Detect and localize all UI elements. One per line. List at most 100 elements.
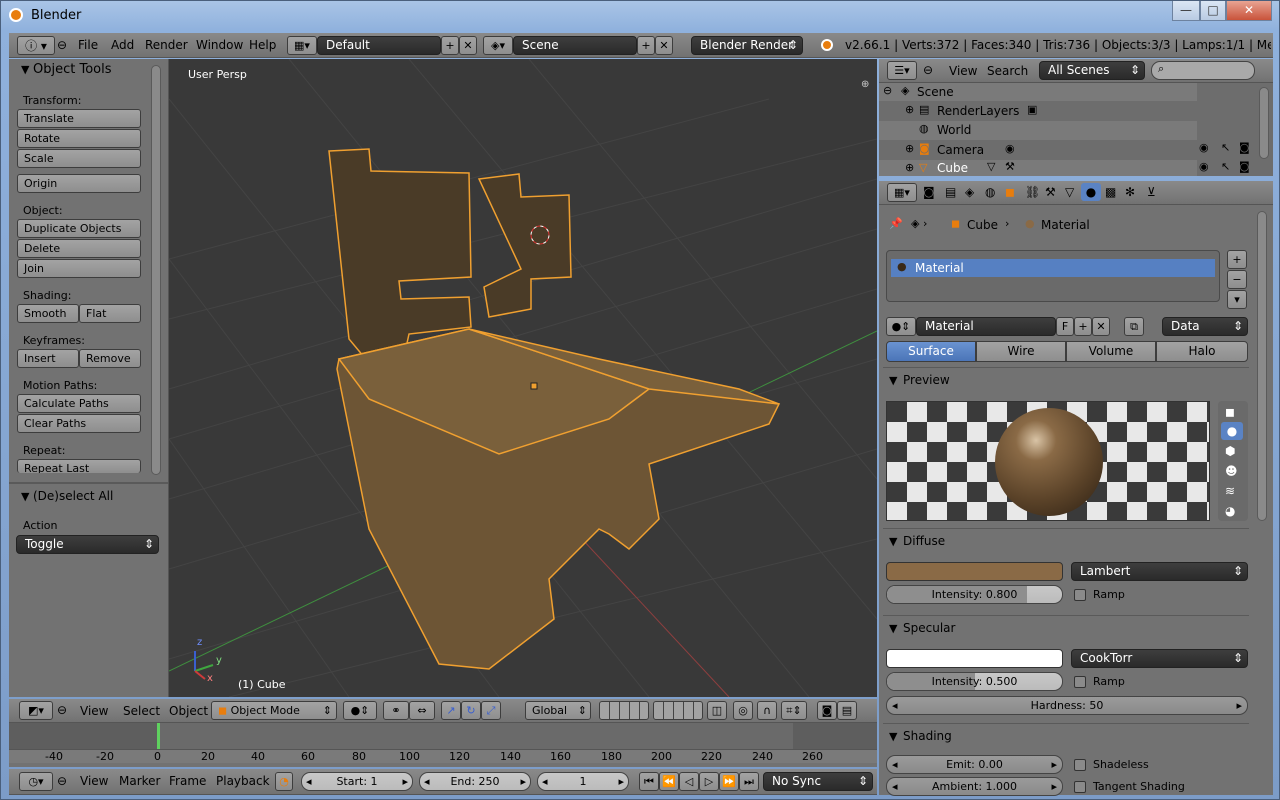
layers-grid-left[interactable] <box>599 701 649 720</box>
menu-render[interactable]: Render <box>145 38 188 52</box>
outliner-row-renderlayers[interactable]: ⊕ ▤ RenderLayers ▣ <box>879 102 1197 121</box>
clear-paths-button[interactable]: Clear Paths <box>17 414 141 433</box>
timeline-editor[interactable]: -40 -20 0 20 40 60 80 100 120 140 160 18… <box>9 723 877 767</box>
new-material-button[interactable]: + <box>1074 317 1092 336</box>
pin-icon[interactable]: 📌 <box>889 217 903 230</box>
collapse-menu-icon[interactable]: ⊖ <box>57 772 67 790</box>
copy-material-button[interactable]: ⧉ <box>1124 317 1144 336</box>
close-button[interactable]: ✕ <box>1226 1 1272 21</box>
orientation-select[interactable]: Global ⇕ <box>525 701 591 720</box>
outliner-search-input[interactable]: ⌕ <box>1151 61 1255 80</box>
tab-surface[interactable]: Surface <box>886 341 976 362</box>
rotate-button[interactable]: Rotate <box>17 129 141 148</box>
render-still-button[interactable]: ◙ <box>817 701 837 720</box>
insert-keyframe-button[interactable]: Insert <box>17 349 79 368</box>
object-tab-icon[interactable]: ◼ <box>1005 183 1015 201</box>
tool-shelf-scrollbar[interactable] <box>151 65 161 475</box>
menu-window[interactable]: Window <box>196 38 243 52</box>
timeline-menu-playback[interactable]: Playback <box>216 774 270 788</box>
collapse-menu-icon[interactable]: ⊖ <box>57 701 67 719</box>
repeat-last-button[interactable]: Repeat Last <box>17 459 141 473</box>
expand-toggle-icon[interactable]: ⊕ <box>905 161 914 174</box>
render-engine-select[interactable]: Blender Render ⇕ <box>691 36 803 55</box>
calculate-paths-button[interactable]: Calculate Paths <box>17 394 141 413</box>
timeline-menu-marker[interactable]: Marker <box>119 774 160 788</box>
menu-select[interactable]: Select <box>123 704 160 718</box>
outliner-scrollbar[interactable] <box>1259 87 1269 159</box>
maximize-button[interactable]: □ <box>1200 1 1226 21</box>
material-browse-button[interactable]: ●⇕ <box>886 317 916 336</box>
scene-tab-icon[interactable]: ◈ <box>965 183 974 201</box>
select-arrow-icon[interactable]: ↖ <box>1221 160 1230 173</box>
delete-button[interactable]: Delete <box>17 239 141 258</box>
remove-slot-button[interactable]: − <box>1227 270 1247 289</box>
breadcrumb-material[interactable]: Material <box>1041 218 1090 232</box>
collapse-menu-icon[interactable]: ⊖ <box>923 61 933 79</box>
diffuse-shader-select[interactable]: Lambert ⇕ <box>1071 562 1248 581</box>
jump-start-button[interactable]: ⏮ <box>639 772 659 791</box>
minimize-button[interactable]: — <box>1172 1 1200 21</box>
emit-field[interactable]: ◂ Emit: 0.00 ▸ <box>886 755 1063 774</box>
render-tab-icon[interactable]: ◙ <box>923 183 935 201</box>
particles-tab-icon[interactable]: ✻ <box>1125 183 1135 201</box>
collapse-triangle-icon[interactable]: ▼ <box>21 63 29 76</box>
layout-icon-button[interactable]: ▦▾ <box>287 36 317 55</box>
editor-type-button[interactable]: ◩▾ <box>19 701 53 720</box>
monkey-preview-icon[interactable]: ☻ <box>1225 462 1238 480</box>
data-tab-icon[interactable]: ▽ <box>1065 183 1074 201</box>
tab-wire[interactable]: Wire <box>976 341 1066 362</box>
duplicate-objects-button[interactable]: Duplicate Objects <box>17 219 141 238</box>
scene-icon-button[interactable]: ◈▾ <box>483 36 513 55</box>
preview-range-button[interactable]: ◔ <box>275 772 293 791</box>
translate-manipulator-button[interactable]: ↗ <box>441 701 461 720</box>
sky-preview-icon[interactable]: ◕ <box>1225 502 1235 520</box>
breadcrumb-cube[interactable]: Cube <box>967 218 998 232</box>
scene-field[interactable]: Scene <box>513 36 637 55</box>
constraints-tab-icon[interactable]: ⛓ <box>1025 183 1040 201</box>
collapse-menu-icon[interactable]: ⊖ <box>57 36 67 54</box>
collapse-triangle-icon[interactable]: ▼ <box>889 730 897 743</box>
tab-volume[interactable]: Volume <box>1066 341 1156 362</box>
menu-view[interactable]: View <box>80 704 108 718</box>
physics-tab-icon[interactable]: ⊻ <box>1147 183 1156 201</box>
action-select[interactable]: Toggle ⇕ <box>16 535 159 554</box>
visibility-eye-icon[interactable]: ◉ <box>1199 160 1209 173</box>
remove-keyframe-button[interactable]: Remove <box>79 349 141 368</box>
specular-shader-select[interactable]: CookTorr ⇕ <box>1071 649 1248 668</box>
material-tab-icon[interactable]: ● <box>1081 183 1101 201</box>
properties-editor-type-button[interactable]: ▦▾ <box>887 183 917 202</box>
viewport-canvas[interactable] <box>169 59 877 697</box>
collapse-triangle-icon[interactable]: ▼ <box>21 490 29 503</box>
layout-field[interactable]: Default <box>317 36 441 55</box>
diffuse-ramp-checkbox[interactable] <box>1074 589 1086 601</box>
specular-color-swatch[interactable] <box>886 649 1063 668</box>
collapse-triangle-icon[interactable]: ▼ <box>889 535 897 548</box>
menu-file[interactable]: File <box>78 38 98 52</box>
material-slot-item[interactable]: ● Material <box>891 259 1215 277</box>
visibility-eye-icon[interactable]: ◉ <box>1199 141 1209 154</box>
pivot-select[interactable]: ⚭ <box>383 701 409 720</box>
cube-preview-icon[interactable]: ⬢ <box>1225 442 1235 460</box>
current-frame-marker[interactable] <box>157 723 160 751</box>
hardness-field[interactable]: ◂ Hardness: 50 ▸ <box>886 696 1248 715</box>
collapse-triangle-icon[interactable]: ▼ <box>889 374 897 387</box>
material-name-field[interactable]: Material <box>916 317 1056 336</box>
smooth-button[interactable]: Smooth <box>17 304 79 323</box>
modifiers-tab-icon[interactable]: ⚒ <box>1045 183 1056 201</box>
play-button[interactable]: ▷ <box>699 772 719 791</box>
timeline-editor-type-button[interactable]: ◷▾ <box>19 772 53 791</box>
outliner-editor-type-button[interactable]: ☰▾ <box>887 61 917 80</box>
outliner-row-scene[interactable]: ⊖ ◈ Scene <box>879 83 1197 101</box>
add-layout-button[interactable]: + <box>441 36 459 55</box>
sync-select[interactable]: No Sync ⇕ <box>763 772 873 791</box>
region-expand-icon[interactable]: ⊕ <box>861 79 869 90</box>
jump-end-button[interactable]: ⏭ <box>739 772 759 791</box>
origin-button[interactable]: Origin <box>17 174 141 193</box>
properties-scrollbar[interactable] <box>1257 211 1267 521</box>
timeline-menu-frame[interactable]: Frame <box>169 774 206 788</box>
menu-help[interactable]: Help <box>249 38 276 52</box>
collapse-triangle-icon[interactable]: ▼ <box>889 622 897 635</box>
slot-specials-button[interactable]: ▾ <box>1227 290 1247 309</box>
material-slot-list[interactable]: ● Material <box>886 250 1220 302</box>
specular-intensity-slider[interactable]: Intensity: 0.500 <box>886 672 1063 691</box>
